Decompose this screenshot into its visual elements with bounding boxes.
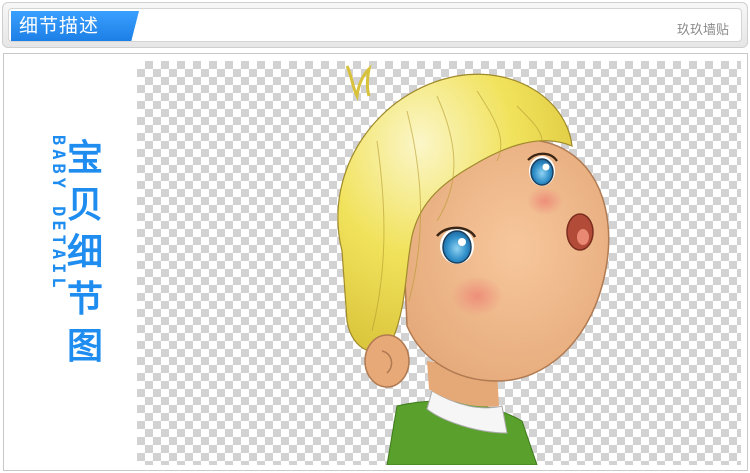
side-char: 宝 (66, 138, 103, 179)
shop-name: 玖玖墙贴 (676, 23, 729, 38)
side-caption-english: BABY DETAIL (48, 135, 68, 292)
header-bar: 细节描述 玖玖墙贴 (2, 2, 748, 48)
side-caption-chinese: 宝 贝 细 节 图 (63, 135, 107, 370)
side-caption: BABY DETAIL 宝 贝 细 节 图 (28, 135, 118, 370)
side-char: 贝 (66, 185, 103, 226)
boy-illustration (337, 64, 610, 465)
transparent-canvas (137, 61, 741, 465)
section-title: 细节描述 (11, 11, 139, 41)
side-char: 细 (66, 232, 103, 273)
side-char: 节 (66, 279, 103, 320)
side-char: 图 (66, 326, 103, 367)
